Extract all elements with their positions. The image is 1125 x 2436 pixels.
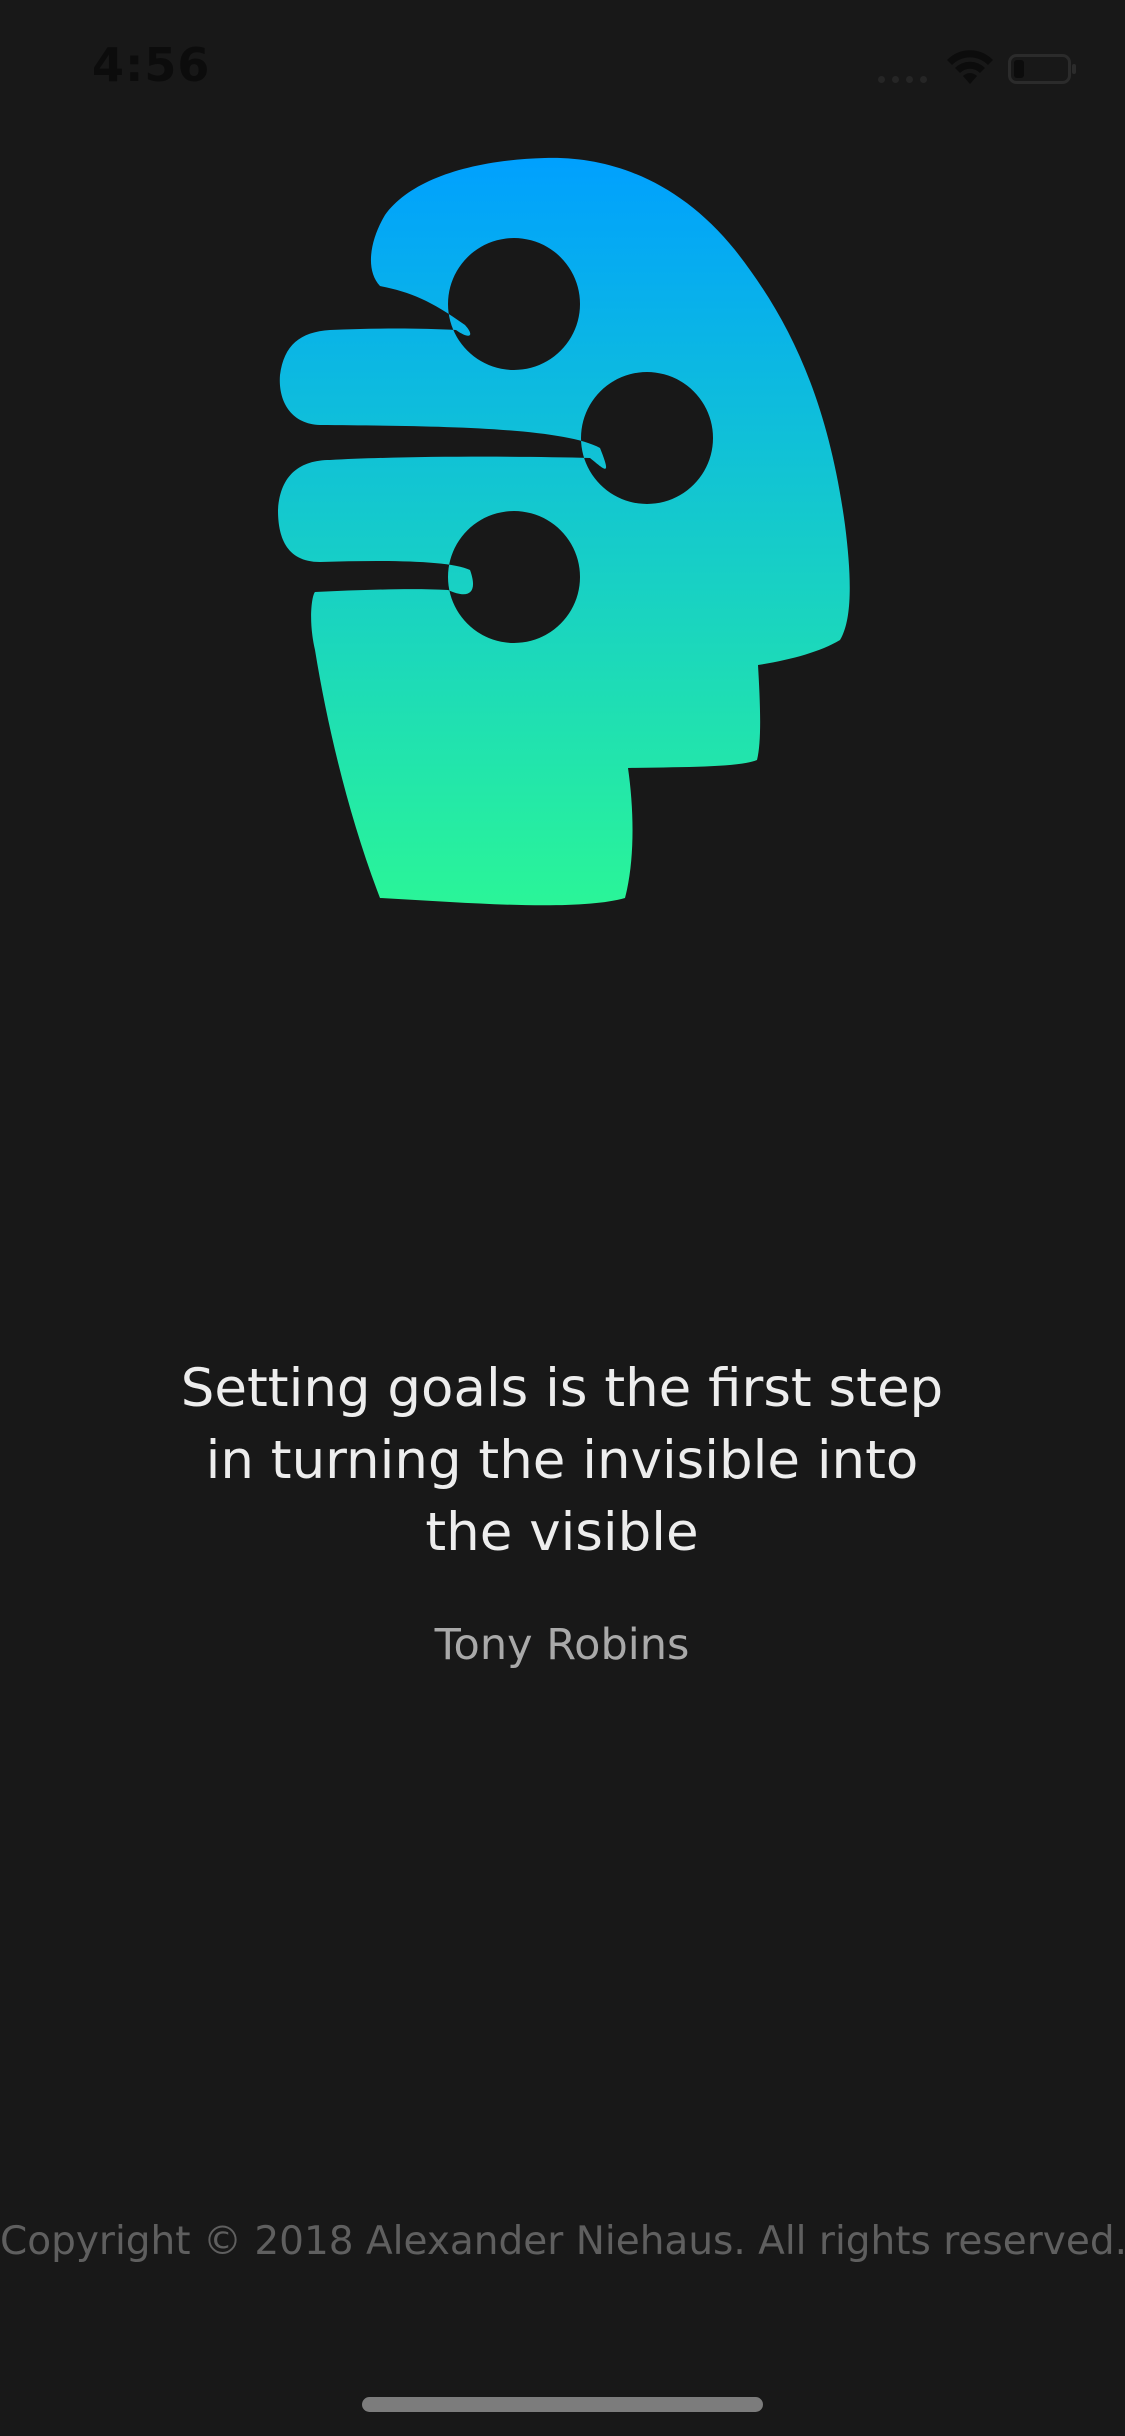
cellular-signal-icon — [878, 74, 934, 84]
status-time: 4:56 — [92, 38, 211, 92]
quote-line: Setting goals is the first step — [180, 1358, 944, 1419]
quote-line: in turning the invisible into — [205, 1430, 919, 1491]
home-indicator[interactable] — [362, 2397, 763, 2412]
status-bar: 4:56 — [0, 0, 1125, 132]
copyright-text: Copyright © 2018 Alexander Niehaus. All … — [0, 2219, 1125, 2264]
quote-line: the visible — [425, 1502, 699, 1563]
battery-icon — [1008, 54, 1076, 84]
quote-author: Tony Robins — [434, 1620, 690, 1670]
quote-text: Setting goals is the first step in turni… — [112, 1353, 1012, 1569]
head-goals-logo-icon — [278, 157, 850, 906]
wifi-icon — [947, 50, 993, 84]
